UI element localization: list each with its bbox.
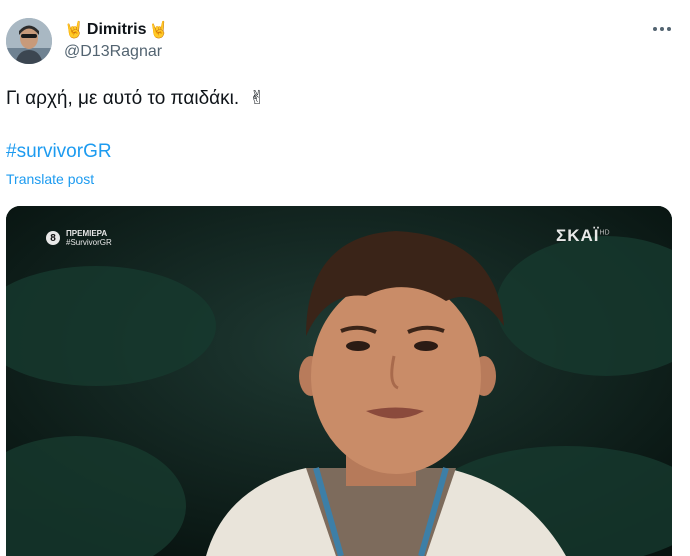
rock-hand-emoji: 🤘: [64, 20, 84, 39]
channel-hd-badge: HD: [599, 229, 610, 237]
hashtag-link[interactable]: #survivorGR: [6, 141, 112, 163]
avatar-image: [6, 18, 52, 64]
broadcast-hashtag: #SurvivorGR: [66, 238, 112, 247]
author-name-row[interactable]: 🤘 Dimitris 🤘: [64, 20, 168, 40]
more-options-button[interactable]: [648, 18, 676, 40]
post-media[interactable]: 8 ΠΡΕΜΙΕΡΑ #SurvivorGR ΣΚΑΪHD: [6, 206, 672, 556]
premiere-label: ΠΡΕΜΙΕΡΑ: [66, 229, 108, 238]
author-name[interactable]: Dimitris: [87, 20, 147, 40]
more-horizontal-icon: [653, 27, 657, 31]
channel-number: 8: [46, 231, 60, 245]
author-block: 🤘 Dimitris 🤘 @D13Ragnar: [64, 20, 168, 61]
avatar[interactable]: [6, 18, 52, 64]
author-handle[interactable]: @D13Ragnar: [64, 43, 168, 61]
translate-post-link[interactable]: Translate post: [6, 171, 94, 187]
channel-logo: ΣΚΑΪHD: [556, 226, 610, 246]
rock-hand-emoji: 🤘: [148, 20, 169, 39]
victory-hand-emoji: ✌: [249, 87, 266, 109]
broadcast-logo: 8 ΠΡΕΜΙΕΡΑ #SurvivorGR: [46, 229, 112, 247]
post-text: Γι αρχή, με αυτό το παιδάκι.: [6, 88, 240, 109]
channel-logo-text: ΣΚΑΪ: [556, 226, 600, 245]
post-text-block: Γι αρχή, με αυτό το παιδάκι. ✌: [6, 86, 265, 111]
media-image: [6, 206, 672, 556]
